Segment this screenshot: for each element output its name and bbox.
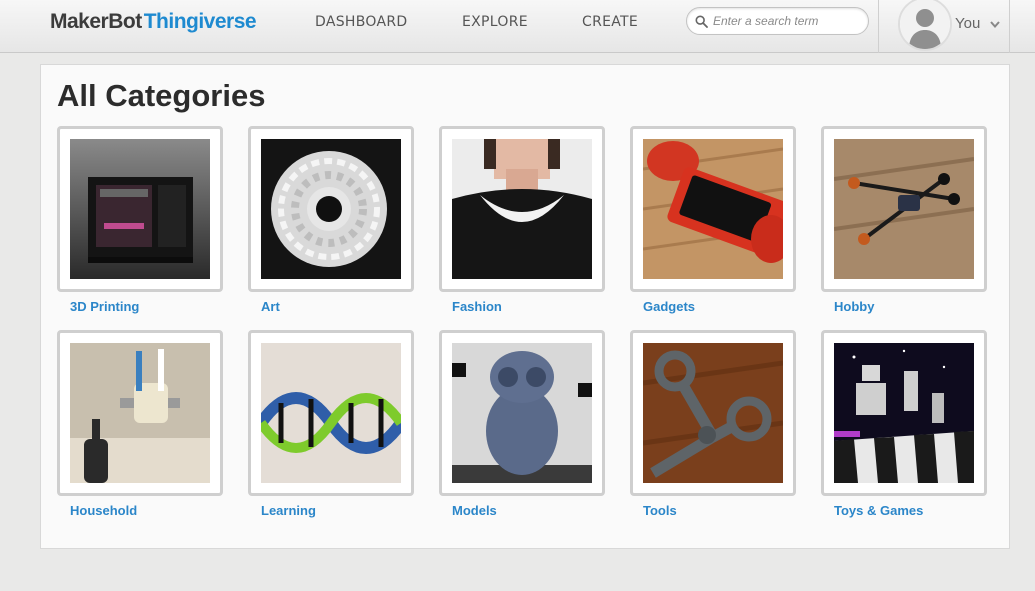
quadcopter-photo xyxy=(834,139,974,279)
toothbrush-holder-photo xyxy=(70,343,210,483)
category-label-3d-printing[interactable]: 3D Printing xyxy=(70,299,139,314)
category-tile-tools[interactable] xyxy=(630,330,796,496)
search-box[interactable] xyxy=(686,7,869,35)
nav-create[interactable]: CREATE xyxy=(582,14,638,30)
category-tile-3d-printing[interactable] xyxy=(57,126,223,292)
lattice-sculpture-photo xyxy=(261,139,401,279)
nav-explore[interactable]: EXPLORE xyxy=(462,14,528,30)
category-tile-art[interactable] xyxy=(248,126,414,292)
nav-dashboard[interactable]: DASHBOARD xyxy=(315,14,407,30)
search-icon xyxy=(695,15,708,28)
user-name-label: You xyxy=(955,15,981,32)
dna-model-photo xyxy=(261,343,401,483)
category-tile-gadgets[interactable] xyxy=(630,126,796,292)
category-label-art[interactable]: Art xyxy=(261,299,280,314)
user-menu[interactable]: You xyxy=(878,0,1010,53)
search-input[interactable] xyxy=(713,12,863,30)
category-label-learning[interactable]: Learning xyxy=(261,503,316,518)
site-logo[interactable]: MakerBot Thingiverse xyxy=(50,10,257,36)
category-tile-toys-games[interactable] xyxy=(821,330,987,496)
robot-chess-photo xyxy=(834,343,974,483)
printed-necklace-photo xyxy=(452,139,592,279)
category-tile-learning[interactable] xyxy=(248,330,414,496)
category-label-tools[interactable]: Tools xyxy=(643,503,677,518)
phone-speaker-dock-photo xyxy=(643,139,783,279)
avatar[interactable] xyxy=(898,0,952,51)
3d-printer-photo xyxy=(70,139,210,279)
owl-figure-photo xyxy=(452,343,592,483)
category-tile-models[interactable] xyxy=(439,330,605,496)
category-label-models[interactable]: Models xyxy=(452,503,497,518)
page-title: All Categories xyxy=(57,78,266,113)
category-tile-fashion[interactable] xyxy=(439,126,605,292)
logo-maker-text: MakerBot xyxy=(50,10,142,33)
avatar-silhouette-icon xyxy=(900,0,950,49)
scissors-tool-photo xyxy=(643,343,783,483)
chevron-down-icon[interactable] xyxy=(990,21,1000,28)
category-label-fashion[interactable]: Fashion xyxy=(452,299,502,314)
category-label-gadgets[interactable]: Gadgets xyxy=(643,299,695,314)
top-navigation-bar: MakerBot Thingiverse DASHBOARD EXPLORE C… xyxy=(0,0,1035,53)
category-label-hobby[interactable]: Hobby xyxy=(834,299,874,314)
category-label-household[interactable]: Household xyxy=(70,503,137,518)
category-tile-household[interactable] xyxy=(57,330,223,496)
category-tile-hobby[interactable] xyxy=(821,126,987,292)
logo-thing-text: Thingiverse xyxy=(143,10,257,33)
category-label-toys-games[interactable]: Toys & Games xyxy=(834,503,923,518)
categories-panel: All Categories 3D Printing Art Fashion G… xyxy=(40,64,1010,549)
